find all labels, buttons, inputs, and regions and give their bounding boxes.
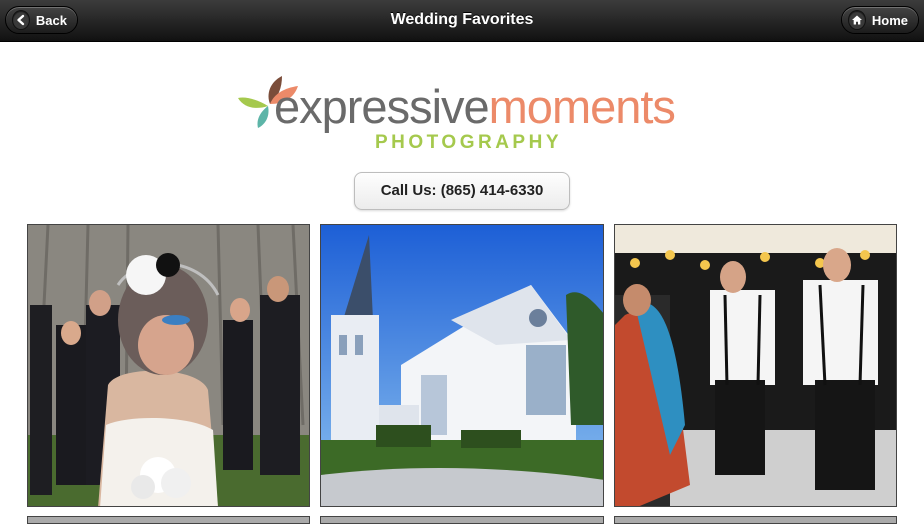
gallery-photo-row2-3[interactable] <box>614 516 897 524</box>
home-icon <box>848 10 866 30</box>
back-button[interactable]: Back <box>5 6 78 34</box>
header-bar: Wedding Favorites Back Home <box>0 0 924 42</box>
gallery-photo-dancing[interactable] <box>614 224 897 507</box>
logo-word-part1: expressive <box>274 80 490 133</box>
gallery-photo-chapel[interactable] <box>320 224 604 507</box>
home-button[interactable]: Home <box>841 6 919 34</box>
gallery-photo-row2-1[interactable] <box>27 516 310 524</box>
logo-word-part2: moments <box>488 80 676 133</box>
logo-wordmark: expressivemoments <box>274 80 676 133</box>
gallery-photo-bride[interactable] <box>27 224 310 507</box>
gallery-photo-row2-2[interactable] <box>320 516 604 524</box>
brand-logo[interactable]: expressivemoments PHOTOGRAPHY <box>236 70 692 158</box>
home-button-label: Home <box>871 12 908 28</box>
logo-subtitle: PHOTOGRAPHY <box>375 132 563 153</box>
page-title: Wedding Favorites <box>390 11 534 28</box>
arrow-left-icon <box>12 10 30 30</box>
back-button-label: Back <box>35 12 67 28</box>
call-us-button[interactable]: Call Us: (865) 414-6330 <box>354 172 570 210</box>
